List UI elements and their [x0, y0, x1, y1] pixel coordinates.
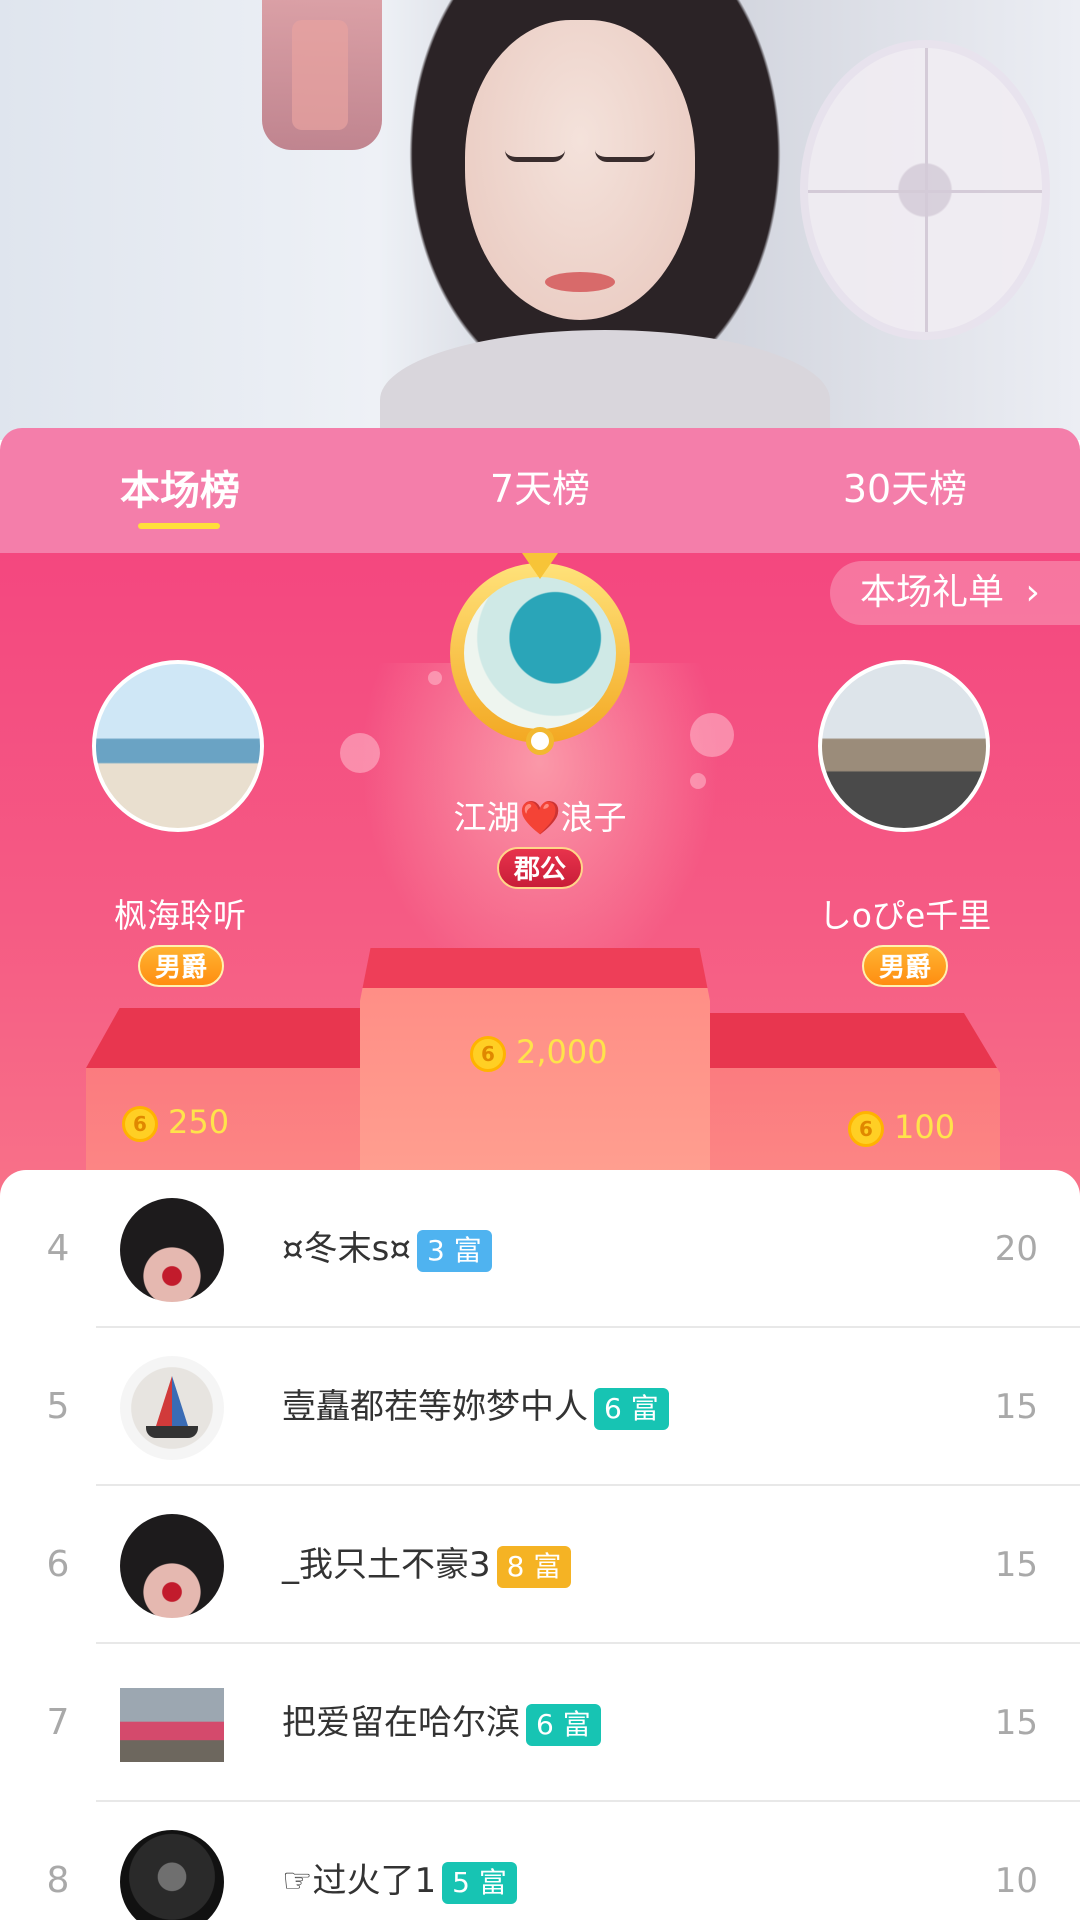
list-item-name-wrap: ¤冬末s¤ 3 富	[282, 1170, 492, 1328]
tab-current-session[interactable]: 本场榜	[110, 458, 250, 516]
list-item-rank: 5	[46, 1386, 70, 1427]
first-place-avatar-frame[interactable]	[450, 553, 630, 755]
active-tab-indicator	[138, 523, 220, 529]
avatar[interactable]	[120, 1830, 224, 1920]
list-item-rank: 6	[46, 1544, 70, 1585]
first-place-avatar	[464, 577, 616, 729]
gift-list-label: 本场礼单	[860, 572, 1005, 613]
background-lamp-shade	[292, 20, 348, 130]
live-video-preview	[0, 0, 1080, 440]
second-place-title-badge: 男爵	[138, 945, 224, 987]
wealth-level-badge: 3 富	[416, 1229, 492, 1272]
ranking-panel: 本场榜 7天榜 30天榜 本场礼单 › 江湖❤️浪子 郡公 枫海聆听 男爵 しo…	[0, 428, 1080, 1920]
ranking-list: 4 ¤冬末s¤ 3 富 20 5 壹矗都茬等妳梦中人 6 富 15 6 _我只土…	[0, 1170, 1080, 1920]
third-place-title-badge: 男爵	[862, 945, 948, 987]
list-item-name-wrap: 壹矗都茬等妳梦中人 6 富	[282, 1328, 669, 1486]
list-item-name: 壹矗都茬等妳梦中人	[282, 1387, 588, 1427]
wealth-level-badge: 6 富	[594, 1387, 669, 1430]
decor-bubble	[340, 733, 380, 773]
streamer-eye-left	[505, 150, 565, 162]
ranking-tabs: 本场榜 7天榜 30天榜	[0, 428, 1080, 553]
avatar[interactable]	[120, 1514, 224, 1618]
decor-bubble	[690, 713, 734, 757]
second-place-avatar[interactable]	[92, 660, 264, 832]
list-item-name: ¤冬末s¤	[282, 1229, 411, 1269]
frame-gem-icon	[526, 727, 554, 755]
first-place-name: 江湖❤️浪子	[453, 798, 627, 837]
avatar[interactable]	[120, 1356, 224, 1460]
wealth-level-badge: 8 富	[496, 1545, 572, 1588]
list-item-rank: 4	[46, 1228, 70, 1269]
sailboat-icon	[156, 1376, 188, 1426]
second-place-amount-value: 250	[168, 1103, 230, 1141]
list-item-name-wrap: 把爱留在哈尔滨 6 富	[282, 1644, 601, 1802]
list-item-name-wrap: ☞过火了1 5 富	[282, 1802, 517, 1920]
first-place-amount: 6 2,000	[470, 1033, 608, 1072]
third-place-amount-value: 100	[894, 1108, 956, 1146]
list-item-rank: 7	[46, 1702, 70, 1743]
list-item[interactable]: 8 ☞过火了1 5 富 10	[0, 1802, 1080, 1920]
third-place-amount: 6 100	[848, 1108, 955, 1147]
list-item[interactable]: 5 壹矗都茬等妳梦中人 6 富 15	[0, 1328, 1080, 1486]
avatar[interactable]	[120, 1688, 224, 1762]
third-place-avatar[interactable]	[818, 660, 990, 832]
tab-30-days[interactable]: 30天榜	[820, 458, 990, 513]
list-item-name: ☞过火了1	[282, 1861, 437, 1901]
list-item-name: 把爱留在哈尔滨	[282, 1703, 520, 1743]
gift-list-link[interactable]: 本场礼单 ›	[830, 561, 1080, 625]
coin-icon: 6	[848, 1111, 884, 1147]
first-place-amount-value: 2,000	[516, 1033, 608, 1071]
coin-icon: 6	[122, 1106, 158, 1142]
list-item-score: 15	[994, 1545, 1038, 1585]
list-item-rank: 8	[46, 1860, 70, 1901]
wealth-level-badge: 6 富	[526, 1703, 601, 1746]
second-place-name: 枫海聆听	[114, 896, 246, 935]
streamer-eye-right	[595, 150, 655, 162]
streamer-lips	[545, 272, 615, 292]
list-item-score: 20	[994, 1229, 1038, 1269]
wealth-level-badge: 5 富	[442, 1861, 517, 1904]
tab-7-days[interactable]: 7天榜	[460, 458, 620, 513]
coin-icon: 6	[470, 1036, 506, 1072]
first-place-title-badge: 郡公	[497, 847, 583, 889]
list-item-score: 10	[994, 1861, 1038, 1901]
list-item-name-wrap: _我只土不豪3 8 富	[282, 1486, 572, 1644]
chevron-right-icon: ›	[1025, 572, 1040, 613]
list-item-score: 15	[994, 1387, 1038, 1427]
list-item[interactable]: 4 ¤冬末s¤ 3 富 20	[0, 1170, 1080, 1328]
list-item[interactable]: 6 _我只土不豪3 8 富 15	[0, 1486, 1080, 1644]
second-place-amount: 6 250	[122, 1103, 229, 1142]
decor-bubble	[690, 773, 706, 789]
decor-bubble	[428, 671, 442, 685]
avatar[interactable]	[120, 1198, 224, 1302]
third-place-name: しoぴe千里	[818, 896, 992, 935]
list-item[interactable]: 7 把爱留在哈尔滨 6 富 15	[0, 1644, 1080, 1802]
list-item-name: _我只土不豪3	[282, 1545, 491, 1585]
background-fan	[800, 40, 1050, 340]
list-item-score: 15	[994, 1703, 1038, 1743]
